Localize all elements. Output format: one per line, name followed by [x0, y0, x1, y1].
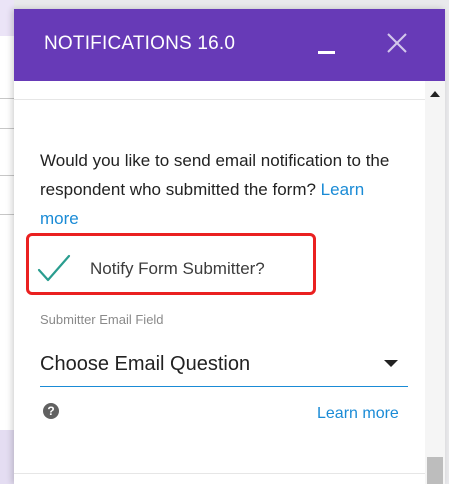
- email-question-select[interactable]: Choose Email Question: [40, 338, 408, 387]
- notification-question: Would you like to send email notificatio…: [40, 146, 400, 233]
- learn-more-link-bottom[interactable]: Learn more: [317, 405, 399, 423]
- panel-title: NOTIFICATIONS 16.0: [44, 33, 236, 54]
- checkbox-label: Notify Form Submitter?: [90, 259, 265, 278]
- select-value: Choose Email Question: [40, 353, 251, 375]
- divider: [14, 99, 425, 100]
- background-divider: [0, 214, 14, 215]
- close-icon: [387, 33, 407, 53]
- scroll-up-icon[interactable]: [430, 91, 440, 97]
- notifications-panel: NOTIFICATIONS 16.0 Would you like to sen…: [14, 9, 445, 484]
- minimize-button[interactable]: [312, 31, 340, 59]
- scrollbar[interactable]: [425, 81, 445, 484]
- help-icon[interactable]: ?: [43, 403, 59, 419]
- background-divider: [0, 175, 14, 176]
- background-strip: [0, 430, 14, 484]
- minimize-icon: [318, 51, 335, 54]
- notify-submitter-checkbox[interactable]: Notify Form Submitter?: [34, 249, 314, 289]
- divider: [14, 473, 425, 474]
- submitter-email-field-label: Submitter Email Field: [40, 312, 164, 327]
- checkmark-icon: [37, 254, 71, 282]
- background-divider: [0, 98, 14, 99]
- background-app-header: [0, 0, 14, 36]
- dropdown-arrow-icon: [384, 360, 398, 367]
- panel-header: NOTIFICATIONS 16.0: [14, 9, 445, 81]
- panel-content: Would you like to send email notificatio…: [14, 81, 425, 484]
- close-button[interactable]: [383, 29, 411, 57]
- background-divider: [0, 128, 14, 129]
- background-app: [0, 0, 14, 484]
- scroll-thumb[interactable]: [427, 457, 443, 484]
